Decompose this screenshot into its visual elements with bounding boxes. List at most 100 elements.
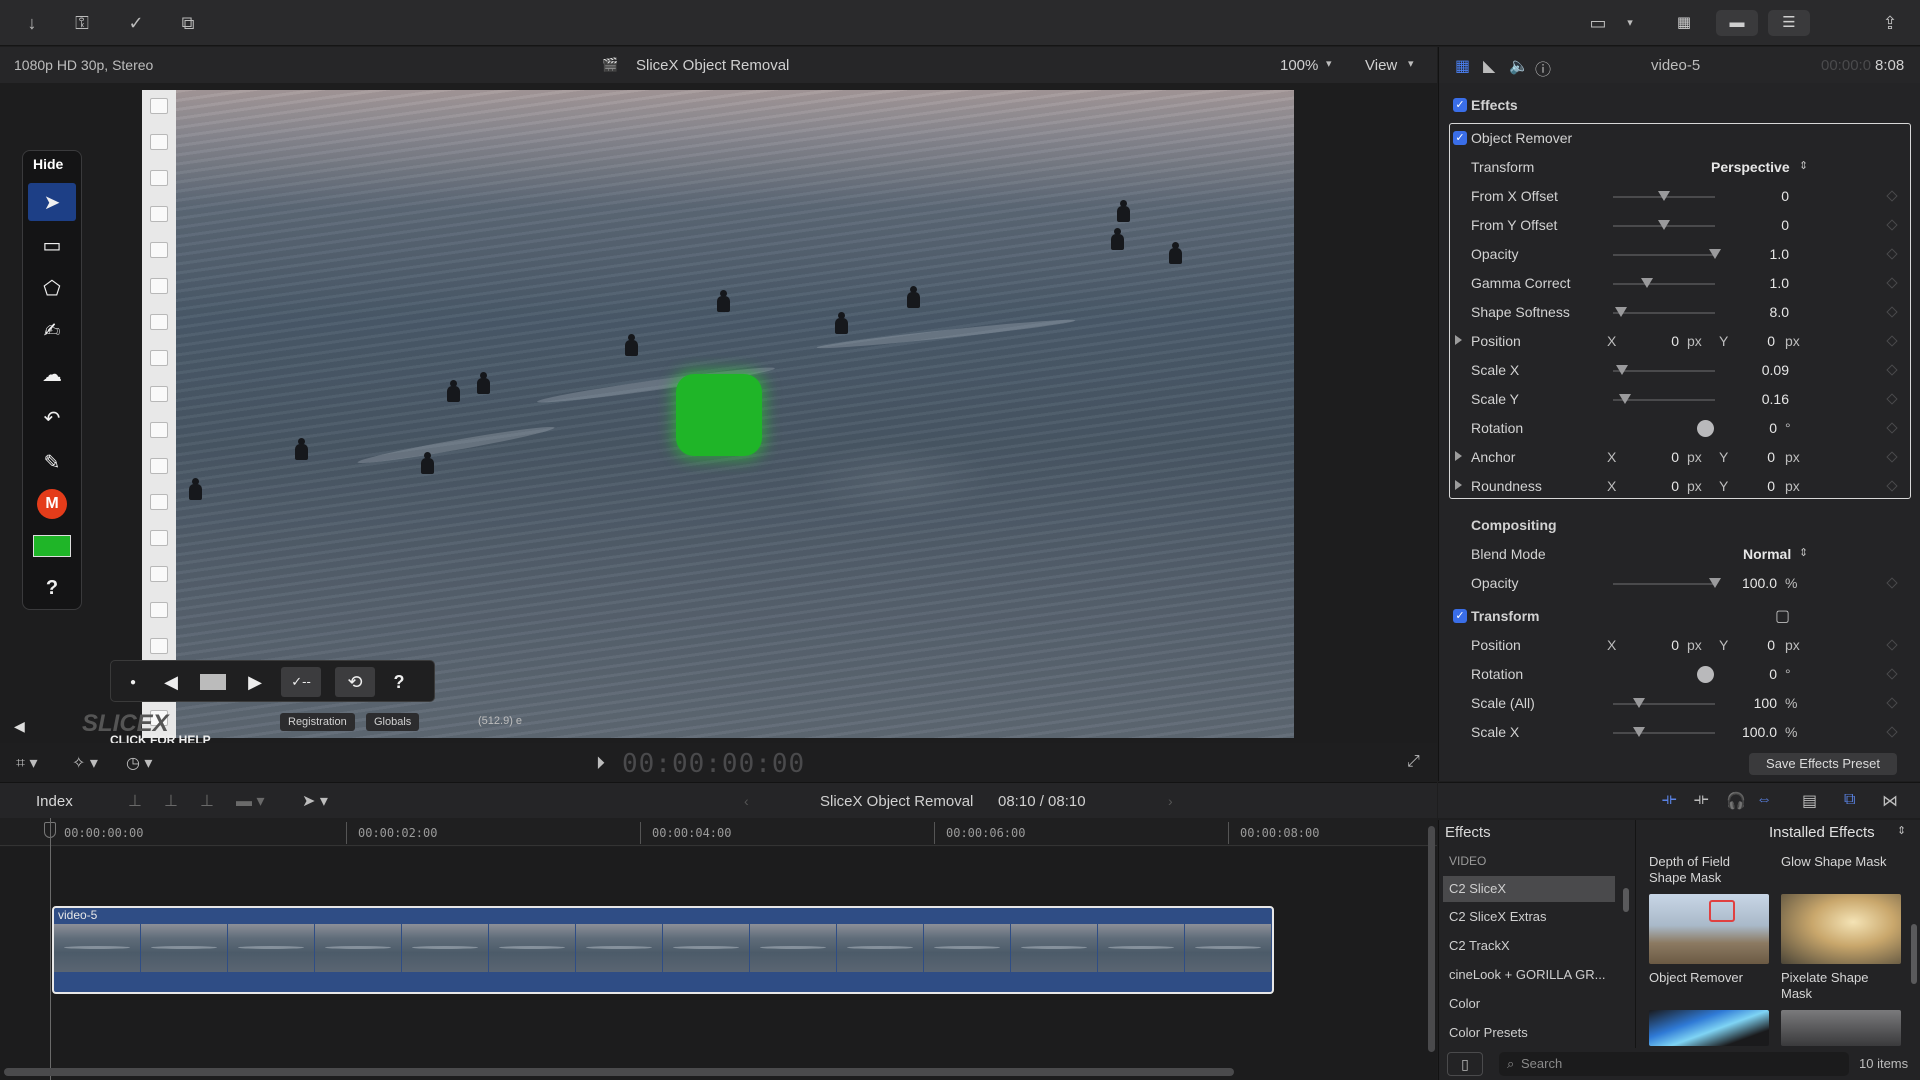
transitions-browser-icon[interactable]: ⋈	[1882, 791, 1898, 811]
frame-checkbox[interactable]	[150, 350, 168, 366]
updown-chevron-icon[interactable]: ⇕	[1897, 824, 1906, 837]
frame-checkbox[interactable]	[150, 386, 168, 402]
collapse-left-icon[interactable]: ◀	[14, 718, 25, 735]
arrow-pointer-icon[interactable]: ➤	[28, 183, 76, 221]
slider-knob[interactable]	[1640, 278, 1653, 288]
keyframe-icon[interactable]	[1886, 219, 1898, 231]
keyframe-icon[interactable]	[1886, 639, 1898, 651]
from-y-offset-value[interactable]: 0	[1719, 217, 1789, 233]
slider-knob[interactable]	[1615, 307, 1628, 317]
category-item[interactable]: cineLook + GORILLA GR...	[1443, 962, 1615, 988]
clip-appearance-icon[interactable]: ▤	[1802, 791, 1817, 811]
keyframe-icon[interactable]	[1886, 697, 1898, 709]
opacity-slider[interactable]	[1613, 249, 1721, 259]
zoom-menu[interactable]: 100%	[1280, 57, 1318, 74]
effects-scrollbar[interactable]	[1911, 924, 1917, 984]
fullscreen-icon[interactable]: ⤢	[1407, 753, 1420, 771]
frame-checkbox[interactable]	[150, 422, 168, 438]
opacity-value[interactable]: 1.0	[1719, 246, 1789, 262]
softness-slider[interactable]	[1613, 307, 1715, 317]
category-scrollbar[interactable]	[1623, 888, 1629, 912]
keyframe-icon[interactable]	[1886, 393, 1898, 405]
rotation-dial[interactable]	[1697, 420, 1714, 437]
timeline-vertical-scrollbar[interactable]	[1428, 826, 1435, 1052]
gamma-value[interactable]: 1.0	[1719, 275, 1789, 291]
share-icon[interactable]: ⇪	[1878, 11, 1902, 35]
disclosure-triangle-icon[interactable]	[1455, 335, 1462, 345]
video-inspector-icon[interactable]: ▦	[1455, 56, 1470, 76]
effects-search-input[interactable]: Search	[1499, 1052, 1849, 1076]
comp-opacity-slider[interactable]	[1613, 578, 1721, 588]
cloud-icon[interactable]: ☁	[28, 355, 76, 393]
m-logo-icon[interactable]: M	[28, 485, 76, 523]
transform-scale-x-value[interactable]: 100.0	[1719, 724, 1777, 740]
transform-position-y[interactable]: 0	[1739, 637, 1775, 653]
frame-checkbox[interactable]	[150, 206, 168, 222]
slider-knob[interactable]	[1658, 191, 1670, 201]
slider-knob[interactable]	[1619, 394, 1632, 404]
blend-mode-popup[interactable]: Normal	[1743, 546, 1791, 562]
keyframe-icon[interactable]	[1886, 668, 1898, 680]
effect-item-glow-shape-mask[interactable]: Glow Shape Mask	[1781, 854, 1901, 870]
keyframe-icon[interactable]	[1886, 277, 1898, 289]
brush-icon[interactable]: ✎	[28, 443, 76, 481]
info-inspector-icon[interactable]: ⓘ	[1535, 56, 1551, 80]
roundness-x-value[interactable]: 0	[1639, 478, 1679, 494]
effect-item-pixelate-shape-mask[interactable]: Pixelate Shape Mask	[1781, 970, 1901, 1002]
history-forward-icon[interactable]: ›	[1168, 793, 1173, 809]
registration-button[interactable]: Registration	[280, 713, 355, 731]
from-x-offset-value[interactable]: 0	[1719, 188, 1789, 204]
chevron-down-icon[interactable]: ▾	[1408, 57, 1414, 70]
keyframe-icon[interactable]	[1886, 451, 1898, 463]
reset-icon[interactable]: ⟲	[335, 667, 375, 697]
connect-clip-icon[interactable]: ⊥	[128, 791, 142, 811]
background-tasks-icon[interactable]: ✓	[124, 11, 148, 35]
snapping-icon[interactable]: ⇔	[1756, 791, 1772, 809]
disclosure-triangle-icon[interactable]	[1455, 451, 1462, 461]
disclosure-triangle-icon[interactable]	[1455, 480, 1462, 490]
select-tool-icon[interactable]: ➤ ▾	[302, 791, 328, 811]
audio-inspector-icon[interactable]: 🔈	[1509, 56, 1529, 76]
frame-checkbox[interactable]	[150, 494, 168, 510]
sidebar-toggle-icon[interactable]: ▯	[1447, 1052, 1483, 1076]
slider-knob[interactable]	[1632, 727, 1645, 737]
slider-knob[interactable]	[1632, 698, 1645, 708]
chevron-down-icon[interactable]: ▾	[1618, 11, 1642, 35]
category-item[interactable]: Color Presets	[1443, 1020, 1615, 1046]
help-icon[interactable]: ?	[28, 569, 76, 607]
chevron-down-icon[interactable]: ▾	[1326, 57, 1332, 70]
frame-checkbox[interactable]	[150, 566, 168, 582]
effects-enable-checkbox[interactable]: ✓	[1453, 98, 1467, 112]
effect-item-object-remover[interactable]: Object Remover	[1649, 970, 1769, 986]
timeline-scrollbar[interactable]	[4, 1068, 1234, 1076]
anchor-y-value[interactable]: 0	[1739, 449, 1775, 465]
anchor-x-value[interactable]: 0	[1639, 449, 1679, 465]
help-icon[interactable]: ?	[381, 667, 417, 697]
frame-checkbox[interactable]	[150, 134, 168, 150]
frame-checkbox[interactable]	[150, 638, 168, 654]
keyframe-icon[interactable]	[1886, 335, 1898, 347]
polygon-icon[interactable]: ⬠	[28, 269, 76, 307]
slider-knob[interactable]	[1616, 365, 1629, 375]
globals-button[interactable]: Globals	[366, 713, 420, 731]
check-toggle[interactable]: ✓--	[281, 667, 321, 697]
category-item[interactable]: Color	[1443, 991, 1615, 1017]
playhead[interactable]	[50, 818, 51, 1080]
keyframe-icon[interactable]	[1886, 577, 1898, 589]
skimming-icon[interactable]: ⟛	[1662, 791, 1677, 809]
scale-y-value[interactable]: 0.16	[1719, 391, 1789, 407]
stop-icon[interactable]	[195, 667, 231, 697]
keyframe-icon[interactable]	[1886, 422, 1898, 434]
transform-icon[interactable]: ✧ ▾	[72, 753, 98, 773]
frame-checkbox[interactable]	[150, 458, 168, 474]
keyframe-icon[interactable]	[1886, 190, 1898, 202]
category-item[interactable]: C2 SliceX	[1443, 876, 1615, 902]
overwrite-clip-icon[interactable]: ▬ ▾	[236, 791, 264, 811]
timeline-toggle-icon[interactable]: ▬	[1716, 10, 1758, 36]
keyframe-icon[interactable]	[1886, 480, 1898, 492]
transform-mode-popup[interactable]: Perspective	[1711, 159, 1790, 175]
updown-chevron-icon[interactable]: ⇕	[1799, 159, 1808, 172]
undo-icon[interactable]: ↶	[28, 399, 76, 437]
insert-clip-icon[interactable]: ⊥	[164, 791, 178, 811]
scale-y-slider[interactable]	[1613, 394, 1715, 404]
